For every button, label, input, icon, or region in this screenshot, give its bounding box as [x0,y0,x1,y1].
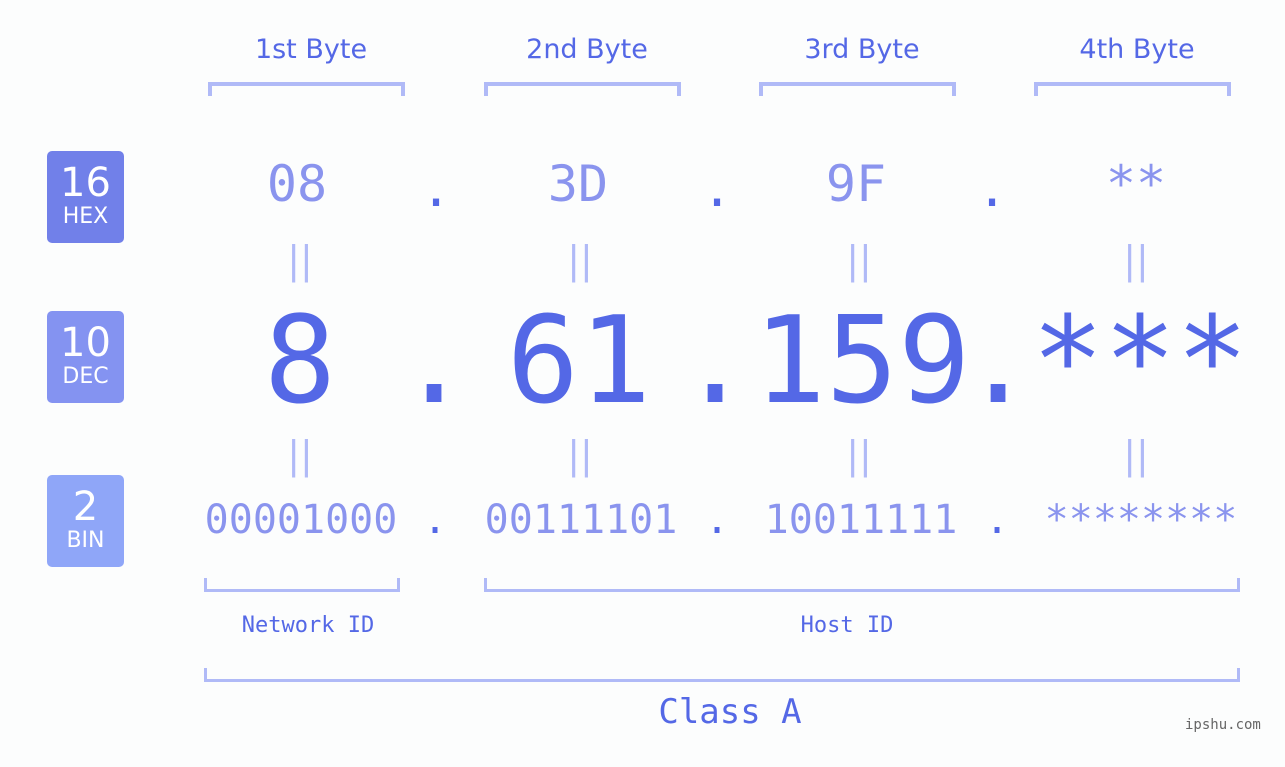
byte-label-4: 4th Byte [1079,34,1195,65]
hex-base: 16 [60,160,111,206]
hex-byte-4: ** [1105,155,1167,213]
bin-separator-2: . [705,497,730,543]
byte-bracket-2 [484,82,681,96]
dec-separator-3: . [962,292,1035,431]
dec-byte-2: 61 [506,292,652,431]
equals-hex-dec-1: || [287,238,313,282]
hex-separator-3: . [977,160,1008,218]
dec-label: DEC [62,364,109,389]
dec-byte-3: 159 [753,292,971,431]
dec-badge: 10 DEC [47,311,124,403]
hex-separator-1: . [421,160,452,218]
equals-hex-dec-2: || [567,238,593,282]
dec-separator-2: . [679,292,752,431]
bin-separator-3: . [985,497,1010,543]
byte-label-3: 3rd Byte [804,34,920,65]
dec-byte-1: 8 [263,292,337,431]
network-id-label: Network ID [241,613,375,638]
bin-base: 2 [72,484,99,530]
bin-byte-2: 00111101 [484,497,678,543]
equals-dec-bin-1: || [287,433,313,477]
byte-label-1: 1st Byte [254,34,368,65]
bin-byte-1: 00001000 [204,497,398,543]
network-id-bracket [204,578,400,592]
hex-byte-2: 3D [547,155,609,213]
bin-byte-4: ******** [1044,497,1238,543]
bin-label: BIN [66,528,105,553]
watermark: ipshu.com [1185,717,1261,733]
host-id-bracket [484,578,1240,592]
bin-badge: 2 BIN [47,475,124,567]
byte-bracket-1 [208,82,405,96]
dec-base: 10 [60,320,111,366]
byte-bracket-4 [1034,82,1231,96]
hex-label: HEX [62,204,109,229]
equals-dec-bin-4: || [1123,433,1149,477]
dec-byte-4: *** [1031,292,1249,431]
bin-byte-3: 10011111 [764,497,958,543]
host-id-label: Host ID [800,613,894,638]
byte-bracket-3 [759,82,956,96]
class-label: Class A [658,692,802,732]
equals-dec-bin-3: || [846,433,872,477]
class-bracket [204,668,1240,682]
hex-byte-3: 9F [825,155,887,213]
equals-dec-bin-2: || [567,433,593,477]
hex-separator-2: . [702,160,733,218]
equals-hex-dec-3: || [846,238,872,282]
dec-separator-1: . [398,292,471,431]
byte-label-2: 2nd Byte [526,34,648,65]
hex-byte-1: 08 [266,155,328,213]
hex-badge: 16 HEX [47,151,124,243]
bin-separator-1: . [423,497,448,543]
equals-hex-dec-4: || [1123,238,1149,282]
